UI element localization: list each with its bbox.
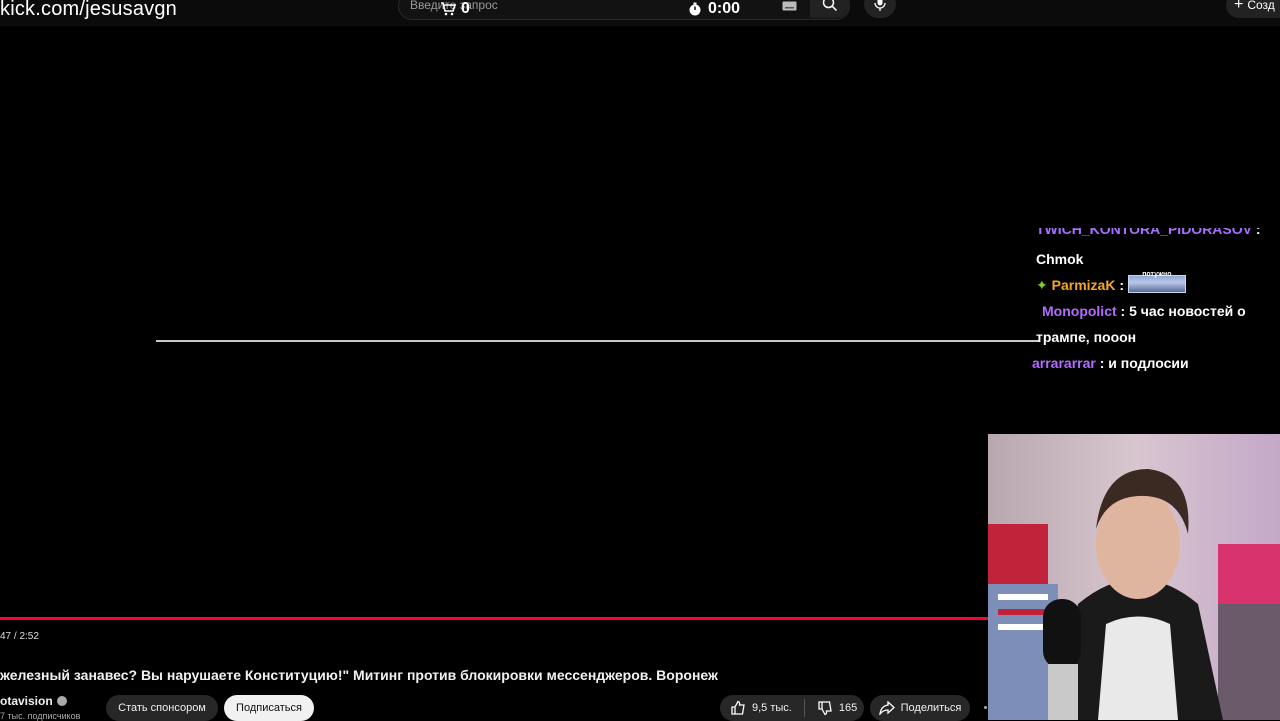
share-label: Поделиться: [900, 702, 962, 714]
share-button[interactable]: Поделиться: [870, 695, 970, 721]
cart-count: 0: [461, 0, 470, 17]
timer-readout: 0:00: [708, 0, 741, 17]
dislike-count[interactable]: 165: [839, 702, 857, 714]
stream-overlay-url: kick.com/jesusavgn: [0, 0, 177, 20]
search-icon: [822, 0, 838, 12]
like-count[interactable]: 9,5 тыс.: [752, 702, 792, 714]
streamer-webcam-image: [988, 434, 1280, 720]
chat-username: TWICH_KONTORA_PIDORASOV: [1036, 228, 1252, 237]
emote-image: потужно: [1127, 271, 1186, 293]
channel-name-text: otavision: [0, 694, 53, 708]
chat-message: TWICH_KONTORA_PIDORASOV :: [1036, 228, 1280, 246]
microphone-icon: [874, 0, 886, 11]
create-button[interactable]: + Созд: [1226, 0, 1280, 18]
chat-message: arrararrar : и подлосии: [1032, 355, 1189, 371]
webcam-overlay: [988, 434, 1280, 720]
time-readout: 47 / 2:52: [0, 631, 39, 642]
progress-bar[interactable]: [0, 617, 988, 620]
chat-username: arrararrar: [1032, 355, 1096, 371]
subscribe-button[interactable]: Подписаться: [224, 695, 314, 721]
create-label: Созд: [1247, 0, 1275, 12]
chat-text: Chmok: [1036, 251, 1084, 267]
keyboard-icon[interactable]: [782, 1, 797, 11]
chat-message: Monopolict : 5 час новостей о трампе, по…: [1036, 303, 1246, 345]
thumbs-down-icon[interactable]: [817, 700, 833, 716]
plus-icon: +: [1234, 0, 1244, 13]
chat-message-text: Chmok: [1036, 246, 1280, 272]
chat-text: и подлосии: [1108, 355, 1189, 371]
like-divider: [803, 699, 805, 717]
chat-username: ParmizaK: [1051, 277, 1116, 293]
more-actions-icon[interactable]: [984, 706, 987, 709]
sponsor-button[interactable]: Стать спонсором: [106, 695, 218, 721]
cart-icon: [441, 2, 456, 16]
emote-label: потужно: [1142, 271, 1172, 278]
verified-icon: [56, 696, 67, 706]
stopwatch-icon: [689, 2, 701, 16]
star-badge-icon: ✦: [1036, 277, 1048, 293]
search-button[interactable]: [810, 0, 850, 18]
chat-message: ✦ ParmizaK : потужно: [1036, 271, 1280, 298]
video-frame-line: [156, 340, 1040, 342]
share-icon: [878, 701, 895, 715]
video-title: железный занавес? Вы нарушаете Конституц…: [0, 667, 718, 683]
channel-name[interactable]: otavision: [0, 694, 67, 708]
video-player[interactable]: [0, 26, 988, 620]
chat-username: Monopolict: [1042, 303, 1117, 319]
like-dislike-group: 9,5 тыс. 165: [720, 695, 864, 721]
chat-overlay: TWICH_KONTORA_PIDORASOV : Chmok ✦ Parmiz…: [1032, 228, 1280, 376]
thumbs-up-icon[interactable]: [730, 700, 746, 716]
